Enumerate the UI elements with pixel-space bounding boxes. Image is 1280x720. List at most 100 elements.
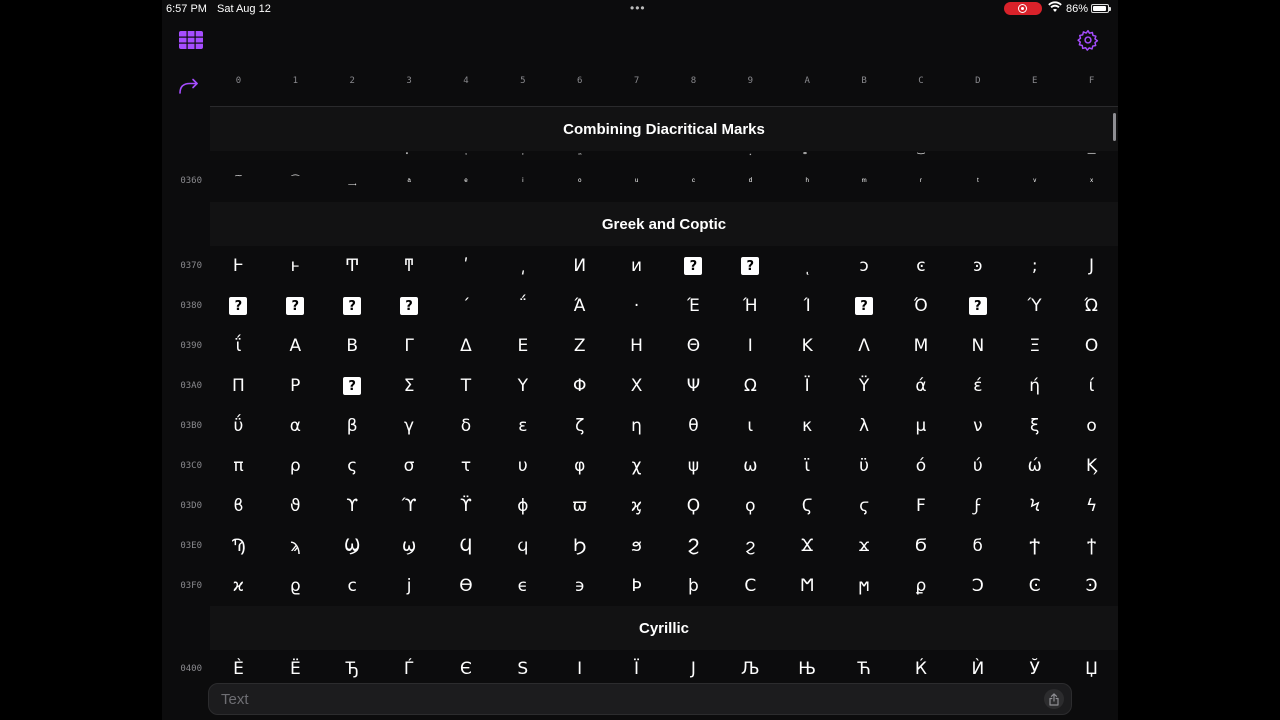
unassigned-glyph-cell[interactable]: ? xyxy=(836,286,893,326)
character-cell[interactable]: Χ xyxy=(608,366,665,406)
character-cell[interactable]: ͬ xyxy=(893,161,950,201)
character-cell[interactable]: Ϣ xyxy=(324,526,381,566)
character-cell[interactable]: ͮ xyxy=(1006,161,1063,201)
grid-icon[interactable] xyxy=(179,31,203,49)
character-cell[interactable]: Ϭ xyxy=(893,526,950,566)
character-cell[interactable]: Ͼ xyxy=(1006,566,1063,606)
character-cell[interactable]: Ε xyxy=(494,326,551,366)
character-cell[interactable]: Ί xyxy=(779,286,836,326)
character-cell[interactable]: ϙ xyxy=(722,486,779,526)
character-cell[interactable]: ʹ xyxy=(438,246,495,286)
character-cell[interactable]: ͵ xyxy=(494,246,551,286)
character-cell[interactable]: Κ xyxy=(779,326,836,366)
redo-arrow-icon[interactable] xyxy=(178,77,200,95)
character-cell[interactable]: α xyxy=(267,406,324,446)
character-cell[interactable]: β xyxy=(324,406,381,446)
character-cell[interactable]: σ xyxy=(381,446,438,486)
character-cell[interactable]: Ό xyxy=(893,286,950,326)
character-cell[interactable]: ο xyxy=(1063,406,1118,446)
character-cell[interactable]: μ xyxy=(893,406,950,446)
character-cell[interactable]: ͪ xyxy=(779,161,836,201)
character-cell[interactable]: ͤ xyxy=(438,161,495,201)
unassigned-glyph-cell[interactable]: ? xyxy=(949,286,1006,326)
character-cell[interactable]: γ xyxy=(381,406,438,446)
character-cell[interactable]: ϡ xyxy=(267,526,324,566)
character-cell[interactable]: Ρ xyxy=(267,366,324,406)
character-cell[interactable]: ΐ xyxy=(210,326,267,366)
character-cell[interactable]: ϩ xyxy=(722,526,779,566)
character-cell[interactable]: φ xyxy=(551,446,608,486)
character-cell[interactable]: ϴ xyxy=(438,566,495,606)
character-cell[interactable]: Ϟ xyxy=(1006,486,1063,526)
character-cell[interactable]: κ xyxy=(779,406,836,446)
character-cell[interactable]: ζ xyxy=(551,406,608,446)
character-cell[interactable]: Μ xyxy=(893,326,950,366)
character-cell[interactable]: ϳ xyxy=(381,566,438,606)
character-cell[interactable]: Ύ xyxy=(1006,286,1063,326)
character-cell[interactable]: Ͷ xyxy=(551,246,608,286)
screen-recording-indicator[interactable] xyxy=(1004,2,1042,15)
character-cell[interactable]: Ϧ xyxy=(551,526,608,566)
unassigned-glyph-cell[interactable]: ? xyxy=(381,286,438,326)
character-cell[interactable]: ͭ xyxy=(949,161,1006,201)
unassigned-glyph-cell[interactable]: ? xyxy=(324,286,381,326)
character-cell[interactable]: ρ xyxy=(267,446,324,486)
unassigned-glyph-cell[interactable]: ? xyxy=(324,366,381,406)
character-cell[interactable]: ε xyxy=(494,406,551,446)
character-cell[interactable]: ϝ xyxy=(949,486,1006,526)
character-cell[interactable]: Δ xyxy=(438,326,495,366)
character-cell[interactable]: Ͳ xyxy=(324,246,381,286)
character-cell[interactable]: ͯ xyxy=(1063,161,1118,201)
character-cell[interactable]: π xyxy=(210,446,267,486)
character-cell[interactable]: λ xyxy=(836,406,893,446)
character-cell[interactable]: ή xyxy=(1006,366,1063,406)
character-cell[interactable]: ϰ xyxy=(210,566,267,606)
character-cell[interactable]: Ή xyxy=(722,286,779,326)
text-input[interactable] xyxy=(208,683,1072,715)
unassigned-glyph-cell[interactable]: ? xyxy=(722,246,779,286)
character-cell[interactable]: τ xyxy=(438,446,495,486)
character-cell[interactable]: Α xyxy=(267,326,324,366)
character-cell[interactable]: ϫ xyxy=(836,526,893,566)
character-cell[interactable]: ΅ xyxy=(494,286,551,326)
character-cell[interactable]: ͩ xyxy=(722,161,779,201)
character-cell[interactable]: Ξ xyxy=(1006,326,1063,366)
character-cell[interactable]: Ϝ xyxy=(893,486,950,526)
character-cell[interactable]: Ϻ xyxy=(779,566,836,606)
character-cell[interactable]: ύ xyxy=(949,446,1006,486)
character-cell[interactable]: Ά xyxy=(551,286,608,326)
character-cell[interactable]: ͷ xyxy=(608,246,665,286)
character-cell[interactable]: ϼ xyxy=(893,566,950,606)
multitasking-dots-icon[interactable]: ••• xyxy=(630,1,646,15)
character-cell[interactable]: ΰ xyxy=(210,406,267,446)
character-cell[interactable]: Ϋ xyxy=(836,366,893,406)
character-cell[interactable]: Ϡ xyxy=(210,526,267,566)
character-cell[interactable]: χ xyxy=(608,446,665,486)
character-cell[interactable]: ϗ xyxy=(608,486,665,526)
share-icon[interactable] xyxy=(1044,689,1064,709)
unassigned-glyph-cell[interactable]: ? xyxy=(210,286,267,326)
character-cell[interactable]: Ͱ xyxy=(210,246,267,286)
character-cell[interactable]: ψ xyxy=(665,446,722,486)
character-cell[interactable]: ϒ xyxy=(324,486,381,526)
character-cell[interactable]: ϧ xyxy=(608,526,665,566)
character-cell[interactable]: ϶ xyxy=(551,566,608,606)
character-cell[interactable]: Ϊ xyxy=(779,366,836,406)
character-cell[interactable]: ϕ xyxy=(494,486,551,526)
character-cell[interactable]: ϛ xyxy=(836,486,893,526)
character-cell[interactable]: ϖ xyxy=(551,486,608,526)
character-cell[interactable]: Β xyxy=(324,326,381,366)
character-cell[interactable]: ω xyxy=(722,446,779,486)
character-cell[interactable]: Ψ xyxy=(665,366,722,406)
character-cell[interactable]: ͡ xyxy=(267,161,324,201)
character-cell[interactable]: Ν xyxy=(949,326,1006,366)
character-cell[interactable]: ϸ xyxy=(665,566,722,606)
character-cell[interactable]: ͺ xyxy=(779,246,836,286)
character-cell[interactable]: ͠ xyxy=(210,161,267,201)
character-cell[interactable]: Ϲ xyxy=(722,566,779,606)
character-cell[interactable]: ϔ xyxy=(438,486,495,526)
character-cell[interactable]: Θ xyxy=(665,326,722,366)
character-cell[interactable]: ϭ xyxy=(949,526,1006,566)
character-cell[interactable]: ϵ xyxy=(494,566,551,606)
character-cell[interactable]: ς xyxy=(324,446,381,486)
